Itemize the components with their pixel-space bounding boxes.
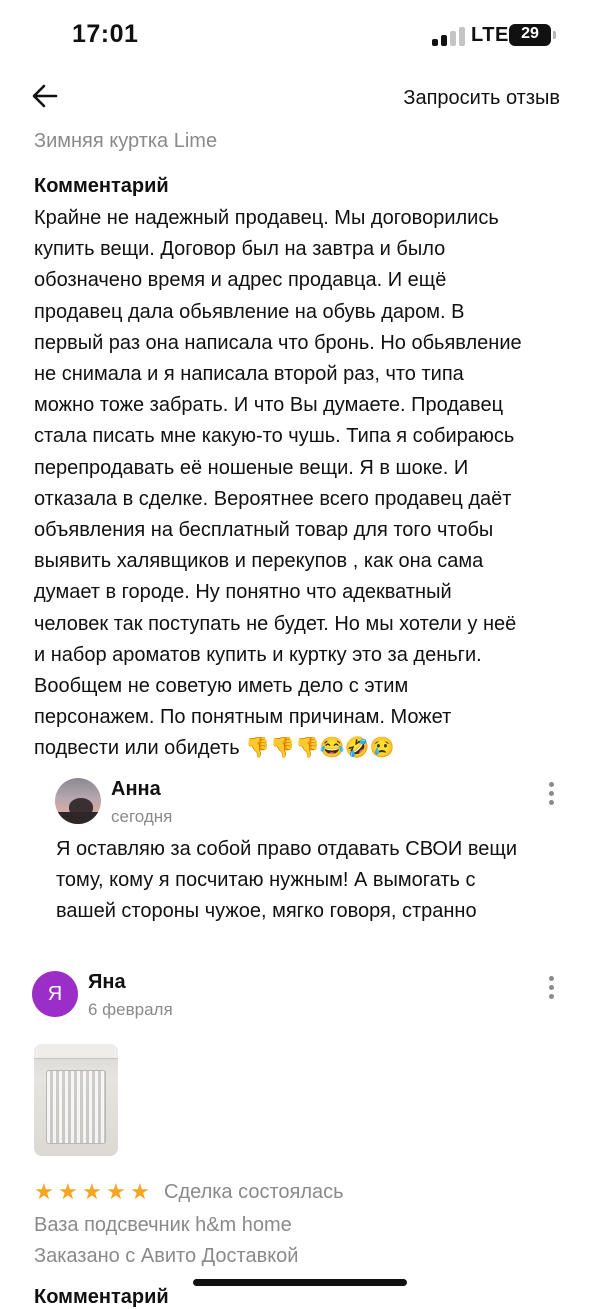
review-photo[interactable]	[34, 1044, 118, 1156]
more-vertical-icon[interactable]	[546, 976, 558, 1000]
avatar[interactable]	[55, 778, 101, 824]
review-author[interactable]: Яна	[88, 971, 126, 994]
battery-cap	[553, 31, 556, 39]
delivery-info: Заказано с Авито Доставкой	[34, 1245, 299, 1267]
star-icon: ★	[106, 1179, 126, 1204]
battery-icon: 29	[509, 24, 551, 46]
photo-wall	[34, 1044, 118, 1059]
star-icon: ★	[82, 1179, 102, 1204]
top-nav: Запросить отзыв	[0, 76, 600, 120]
status-bar: 17:01 LTE 29	[0, 0, 600, 70]
product-name[interactable]: Зимняя куртка Lime	[34, 130, 217, 153]
network-type: LTE	[471, 24, 509, 46]
star-icon: ★	[34, 1179, 54, 1204]
reply-text: Я оставляю за собой право отдавать СВОИ …	[56, 838, 518, 922]
deal-status: Сделка состоялась	[164, 1181, 344, 1203]
ground-silhouette	[55, 812, 101, 824]
cellular-signal-icon	[432, 26, 466, 46]
more-vertical-icon[interactable]	[546, 782, 558, 806]
comment-title: Комментарий	[34, 1286, 169, 1308]
reply-date: сегодня	[111, 807, 173, 826]
item-title[interactable]: Ваза подсвечник h&m home	[34, 1214, 292, 1237]
battery-level: 29	[521, 25, 539, 42]
request-review-button[interactable]: Запросить отзыв	[403, 87, 560, 110]
comment-title: Комментарий	[34, 175, 169, 197]
home-indicator[interactable]	[193, 1279, 407, 1286]
vase-image	[46, 1070, 106, 1144]
status-time: 17:01	[72, 20, 139, 48]
star-icon: ★	[130, 1179, 150, 1204]
reply-author[interactable]: Анна	[111, 778, 161, 801]
arrow-left-icon[interactable]	[30, 80, 62, 112]
comment-text: Крайне не надежный продавец. Мы договори…	[34, 207, 522, 760]
avatar[interactable]: Я	[32, 971, 78, 1017]
review-date: 6 февраля	[88, 1000, 173, 1019]
star-icon: ★	[58, 1179, 78, 1204]
